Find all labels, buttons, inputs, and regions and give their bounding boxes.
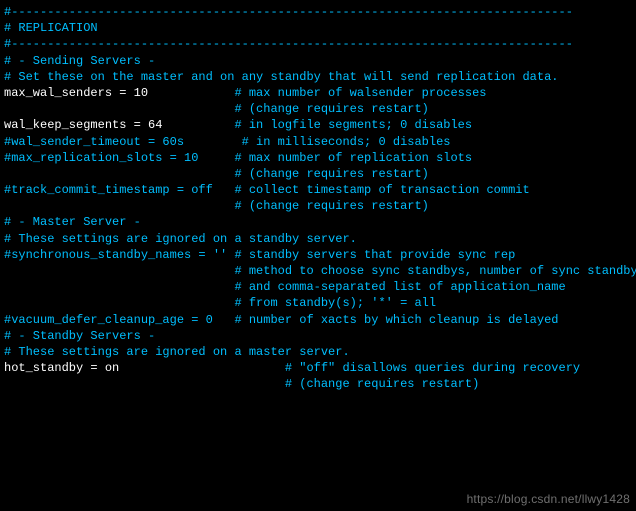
config-line: # Set these on the master and on any sta… (4, 69, 632, 85)
setting-wal-keep-segments: wal_keep_segments = 64 (4, 118, 162, 132)
setting-max-wal-senders: max_wal_senders = 10 (4, 86, 148, 100)
config-line: #---------------------------------------… (4, 4, 632, 20)
config-line: #vacuum_defer_cleanup_age = 0 # number o… (4, 312, 632, 328)
config-line: #synchronous_standby_names = '' # standb… (4, 247, 632, 263)
config-line: # method to choose sync standbys, number… (4, 263, 632, 279)
config-file-view: #---------------------------------------… (4, 4, 632, 393)
comment: # "off" disallows queries during recover… (119, 361, 580, 375)
config-line: # and comma-separated list of applicatio… (4, 279, 632, 295)
setting-hot-standby: hot_standby = on (4, 361, 119, 375)
config-line: #track_commit_timestamp = off # collect … (4, 182, 632, 198)
comment: # in logfile segments; 0 disables (162, 118, 472, 132)
config-line: #max_replication_slots = 10 # max number… (4, 150, 632, 166)
config-line: # (change requires restart) (4, 101, 632, 117)
config-line: # - Master Server - (4, 214, 632, 230)
config-line: # from standby(s); '*' = all (4, 295, 632, 311)
config-line: # (change requires restart) (4, 166, 632, 182)
config-line: # - Standby Servers - (4, 328, 632, 344)
config-line: # (change requires restart) (4, 198, 632, 214)
config-line: # These settings are ignored on a master… (4, 344, 632, 360)
config-line: hot_standby = on # "off" disallows queri… (4, 360, 632, 376)
config-line: # REPLICATION (4, 20, 632, 36)
config-line: wal_keep_segments = 64 # in logfile segm… (4, 117, 632, 133)
config-line: # - Sending Servers - (4, 53, 632, 69)
config-line: max_wal_senders = 10 # max number of wal… (4, 85, 632, 101)
config-line: #---------------------------------------… (4, 36, 632, 52)
comment: # max number of walsender processes (148, 86, 486, 100)
watermark-text: https://blog.csdn.net/llwy1428 (467, 491, 630, 507)
config-line: # (change requires restart) (4, 376, 632, 392)
config-line: #wal_sender_timeout = 60s # in milliseco… (4, 134, 632, 150)
config-line: # These settings are ignored on a standb… (4, 231, 632, 247)
